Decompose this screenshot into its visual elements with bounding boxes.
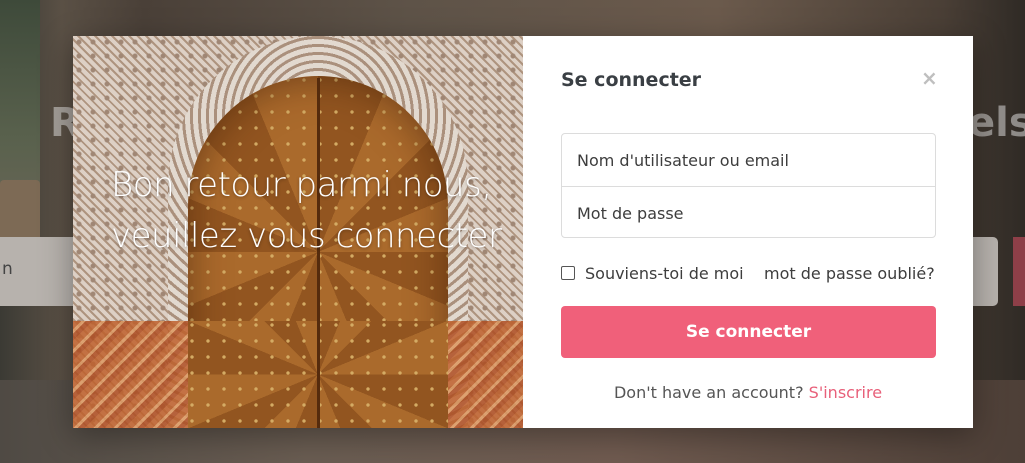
welcome-message: Bon retour parmi nous, veuillez vous con…	[111, 165, 502, 256]
background-search-text: n	[2, 259, 13, 279]
login-button[interactable]: Se connecter	[561, 306, 936, 358]
login-modal: Bon retour parmi nous, veuillez vous con…	[73, 36, 973, 428]
background-search-button	[1013, 237, 1025, 306]
password-input[interactable]	[562, 187, 935, 239]
close-icon[interactable]: ×	[921, 68, 938, 88]
remember-row: Souviens-toi de moi mot de passe oublié?	[561, 263, 941, 283]
background-hero-text-right: els	[968, 100, 1025, 146]
forgot-password-link[interactable]: mot de passe oublié?	[764, 264, 935, 283]
credentials-group	[561, 133, 936, 239]
signup-row: Don't have an account? S'inscrire	[523, 383, 973, 402]
remember-label[interactable]: Souviens-toi de moi	[585, 264, 744, 283]
remember-checkbox[interactable]	[561, 266, 575, 280]
signup-link[interactable]: S'inscrire	[809, 383, 882, 402]
form-title: Se connecter	[561, 69, 702, 91]
modal-image-panel: Bon retour parmi nous, veuillez vous con…	[73, 36, 523, 428]
username-input[interactable]	[562, 134, 935, 186]
login-form: Se connecter × Souviens-toi de moi mot d…	[523, 36, 973, 428]
signup-prompt: Don't have an account?	[613, 383, 804, 402]
